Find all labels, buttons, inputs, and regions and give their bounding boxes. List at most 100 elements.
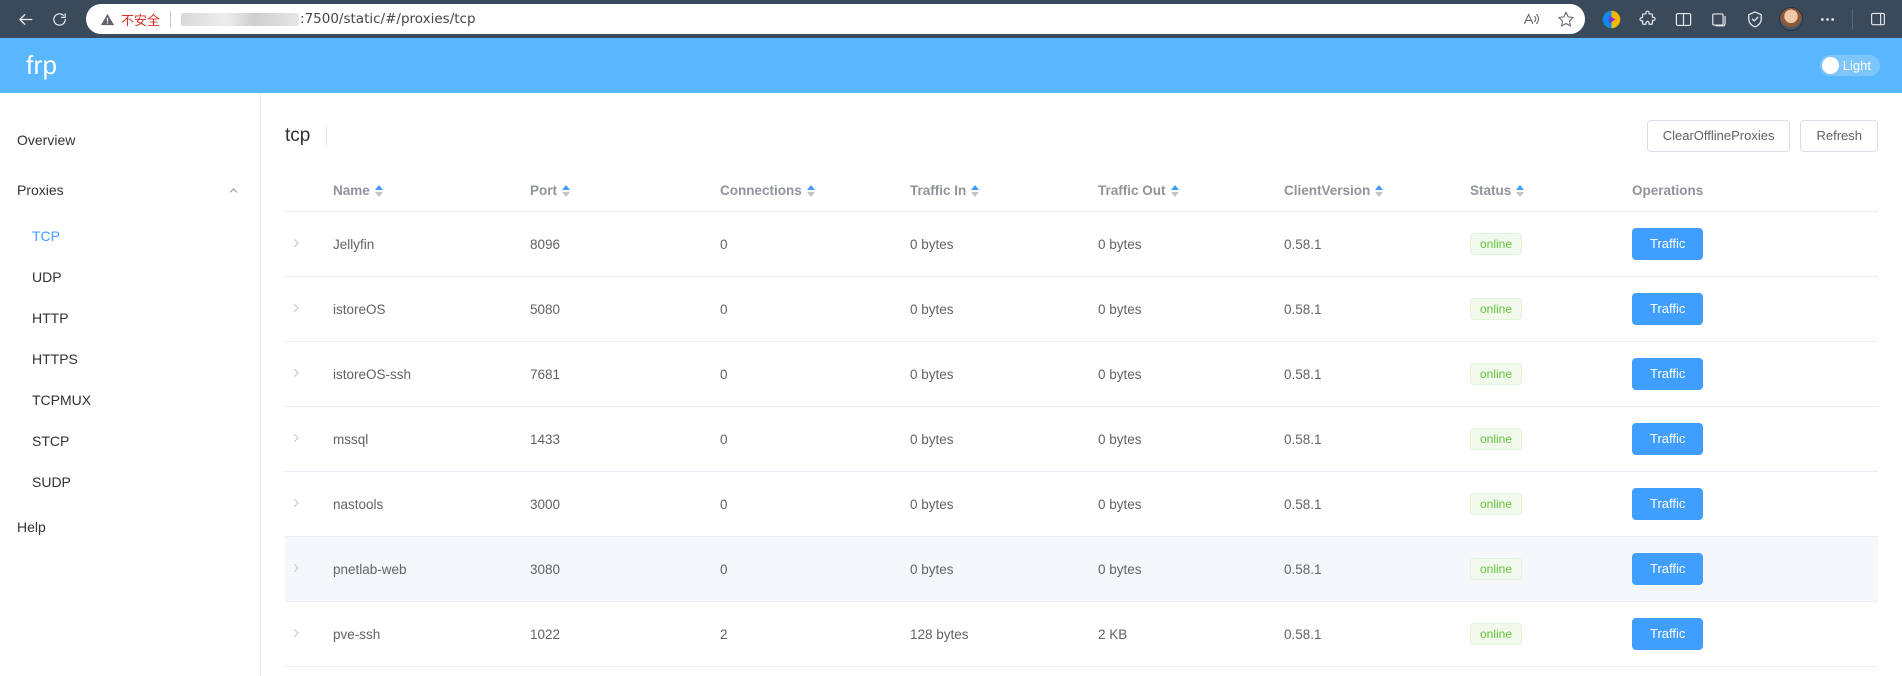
cell-operations: Traffic: [1632, 471, 1878, 537]
sidebar-item-udp[interactable]: UDP: [0, 256, 260, 297]
sidebar-item-tcp[interactable]: TCP: [0, 215, 260, 256]
cell-port: 3080: [530, 536, 720, 602]
sort-icon[interactable]: [1516, 184, 1525, 197]
sidebar-item-label: TCP: [32, 227, 60, 244]
cell-status: online: [1470, 276, 1632, 342]
row-expand-cell[interactable]: [285, 666, 333, 676]
table-row[interactable]: pve-web 8006 0 0 bytes 0 bytes 0.58.1 on…: [285, 666, 1878, 676]
row-expand-cell[interactable]: [285, 406, 333, 472]
sidebar-item-tcpmux[interactable]: TCPMUX: [0, 379, 260, 420]
cell-operations: Traffic: [1632, 276, 1878, 342]
theme-toggle[interactable]: Light: [1819, 55, 1880, 76]
traffic-button[interactable]: Traffic: [1632, 228, 1704, 260]
page-title: tcp: [285, 125, 328, 147]
column-header-connections[interactable]: Connections: [720, 173, 910, 212]
back-button[interactable]: [8, 4, 42, 34]
traffic-button[interactable]: Traffic: [1632, 488, 1704, 520]
sidebar-item-label: Overview: [17, 132, 76, 148]
frp-dashboard: frp Light Overview Proxies TCP UDP HTTP …: [0, 38, 1902, 676]
cell-name: pve-web: [333, 666, 530, 676]
cell-port: 1022: [530, 601, 720, 667]
column-header-traffic-out[interactable]: Traffic Out: [1098, 173, 1284, 212]
chevron-right-icon[interactable]: [285, 302, 307, 314]
cell-port: 8096: [530, 211, 720, 277]
sidebar-item-label: HTTPS: [32, 350, 78, 367]
cell-operations: Traffic: [1632, 601, 1878, 667]
row-expand-cell[interactable]: [285, 341, 333, 407]
cell-client-version: 0.58.1: [1284, 666, 1470, 676]
sidebar-item-sudp[interactable]: SUDP: [0, 461, 260, 502]
sidebar-toggle-icon[interactable]: [1862, 4, 1894, 34]
read-aloud-icon[interactable]: [1523, 10, 1541, 28]
avatar[interactable]: [1775, 4, 1807, 34]
reload-button[interactable]: [42, 4, 76, 34]
more-options-icon[interactable]: [1811, 4, 1843, 34]
status-badge: online: [1470, 428, 1523, 450]
table-row[interactable]: Jellyfin 8096 0 0 bytes 0 bytes 0.58.1 o…: [285, 211, 1878, 277]
chevron-right-icon[interactable]: [285, 367, 307, 379]
address-bar[interactable]: 不安全 :7500/static/#/proxies/tcp: [86, 4, 1585, 34]
status-badge: online: [1470, 233, 1523, 255]
table-row[interactable]: istoreOS 5080 0 0 bytes 0 bytes 0.58.1 o…: [285, 276, 1878, 342]
row-expand-cell[interactable]: [285, 601, 333, 667]
column-header-traffic-in[interactable]: Traffic In: [910, 173, 1098, 212]
cell-name: nastools: [333, 471, 530, 537]
table-row[interactable]: pve-ssh 1022 2 128 bytes 2 KB 0.58.1 onl…: [285, 601, 1878, 667]
column-header-status[interactable]: Status: [1470, 173, 1632, 212]
sort-icon[interactable]: [1170, 184, 1179, 197]
cell-port: 5080: [530, 276, 720, 342]
chevron-right-icon[interactable]: [285, 432, 307, 444]
sidebar-item-stcp[interactable]: STCP: [0, 420, 260, 461]
sidebar-subitems: TCP UDP HTTP HTTPS TCPMUX STCP SUDP: [0, 215, 260, 502]
row-expand-cell[interactable]: [285, 471, 333, 537]
chevron-right-icon[interactable]: [285, 497, 307, 509]
column-header-name[interactable]: Name: [333, 173, 530, 212]
copilot-icon[interactable]: [1595, 4, 1627, 34]
cell-traffic-out: 0 bytes: [1098, 341, 1284, 407]
traffic-button[interactable]: Traffic: [1632, 553, 1704, 585]
traffic-button[interactable]: Traffic: [1632, 358, 1704, 390]
chevron-right-icon[interactable]: [285, 237, 307, 249]
reload-icon: [51, 11, 68, 28]
sort-icon[interactable]: [1375, 184, 1384, 197]
sidebar-item-help[interactable]: Help: [0, 502, 260, 552]
sort-icon[interactable]: [806, 184, 815, 197]
table-row[interactable]: istoreOS-ssh 7681 0 0 bytes 0 bytes 0.58…: [285, 341, 1878, 407]
url-redacted-block: [181, 12, 300, 26]
expand-column-header: [285, 173, 333, 212]
sort-icon[interactable]: [971, 184, 980, 197]
chevron-right-icon[interactable]: [285, 562, 307, 574]
column-header-client-version[interactable]: ClientVersion: [1284, 173, 1470, 212]
sidebar-item-https[interactable]: HTTPS: [0, 338, 260, 379]
split-screen-icon[interactable]: [1667, 4, 1699, 34]
table-row[interactable]: mssql 1433 0 0 bytes 0 bytes 0.58.1 onli…: [285, 406, 1878, 472]
table-row[interactable]: pnetlab-web 3080 0 0 bytes 0 bytes 0.58.…: [285, 536, 1878, 602]
column-header-label: Traffic Out: [1098, 183, 1166, 198]
sort-icon[interactable]: [562, 184, 570, 197]
sort-icon[interactable]: [374, 184, 383, 197]
puzzle-piece-icon[interactable]: [1631, 4, 1663, 34]
traffic-button[interactable]: Traffic: [1632, 423, 1704, 455]
row-expand-cell[interactable]: [285, 276, 333, 342]
star-icon[interactable]: [1557, 10, 1575, 28]
warning-triangle-icon[interactable]: [100, 12, 115, 27]
browser-essentials-icon[interactable]: [1739, 4, 1771, 34]
cell-status: online: [1470, 471, 1632, 537]
sidebar-item-http[interactable]: HTTP: [0, 297, 260, 338]
refresh-button[interactable]: Refresh: [1800, 120, 1878, 152]
row-expand-cell[interactable]: [285, 211, 333, 277]
column-header-label: Status: [1470, 183, 1512, 198]
column-header-port[interactable]: Port: [530, 173, 720, 212]
sidebar-item-overview[interactable]: Overview: [0, 115, 260, 165]
sidebar: Overview Proxies TCP UDP HTTP HTTPS TCPM…: [0, 93, 260, 676]
row-expand-cell[interactable]: [285, 536, 333, 602]
traffic-button[interactable]: Traffic: [1632, 618, 1704, 650]
cell-name: pnetlab-web: [333, 536, 530, 602]
sidebar-item-proxies[interactable]: Proxies: [0, 165, 260, 215]
table-row[interactable]: nastools 3000 0 0 bytes 0 bytes 0.58.1 o…: [285, 471, 1878, 537]
collections-icon[interactable]: [1703, 4, 1735, 34]
chevron-right-icon[interactable]: [285, 627, 307, 639]
clear-offline-proxies-button[interactable]: ClearOfflineProxies: [1646, 120, 1791, 152]
traffic-button[interactable]: Traffic: [1632, 293, 1704, 325]
cell-connections: 0: [720, 406, 910, 472]
